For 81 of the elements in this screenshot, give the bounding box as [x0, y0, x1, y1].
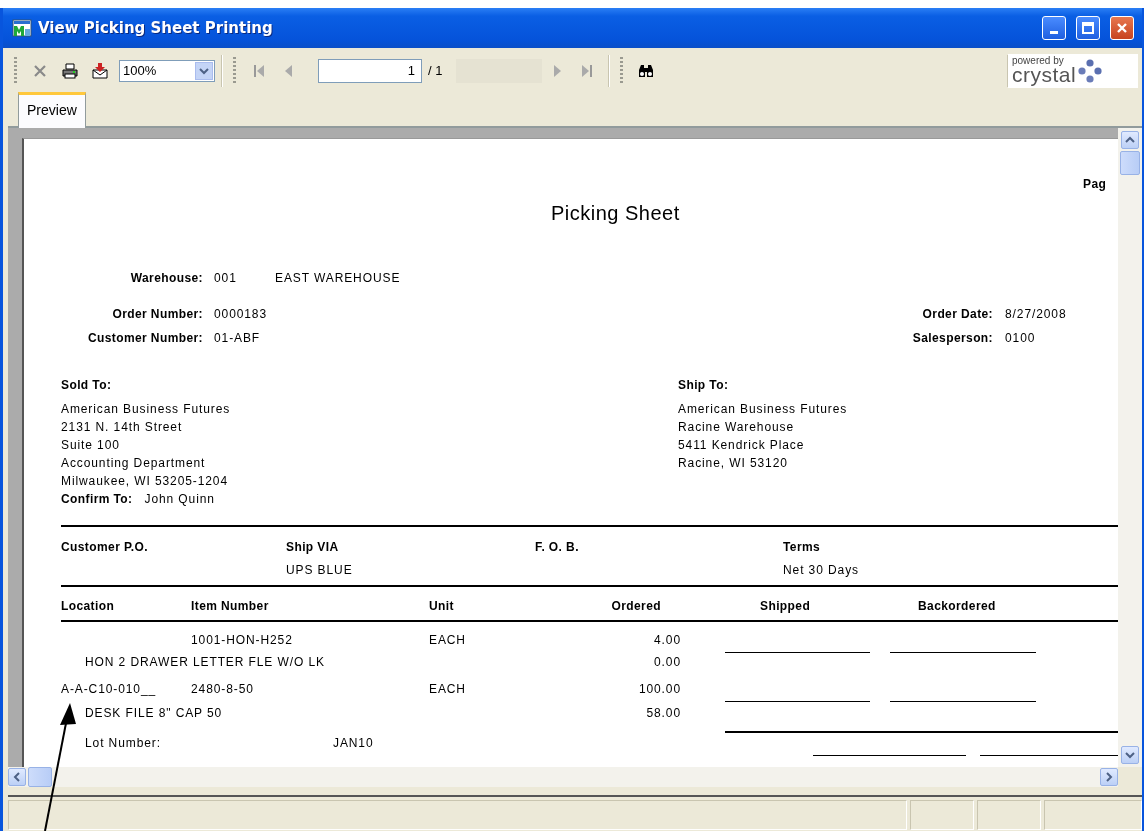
unit-cell-text: EACH [429, 681, 467, 698]
scroll-up-icon [1125, 135, 1135, 145]
preview-tab[interactable]: Preview [18, 92, 86, 128]
address-line: 2131 N. 14th Street [61, 419, 183, 436]
page-label: Pag [1083, 176, 1107, 193]
field-value: 01-ABF [214, 330, 262, 347]
close-button[interactable] [1110, 16, 1134, 40]
field-label: Salesperson: [911, 330, 993, 347]
maximize-button[interactable] [1076, 16, 1100, 40]
column-label: Ship VIA [286, 539, 340, 556]
report-title: Picking Sheet [551, 201, 680, 225]
field-value: EAST WAREHOUSE [275, 270, 401, 287]
address-line: Milwaukee, WI 53205-1204 [61, 473, 228, 490]
column-header: Backordered [918, 598, 996, 615]
column-header: Location [61, 598, 116, 615]
quantity-cell-text: 4.00 [653, 632, 681, 649]
column-header: Shipped [760, 598, 812, 615]
field-label: Lot Number: [85, 735, 162, 752]
zoom-combobox[interactable]: 100% [119, 59, 215, 82]
page-number-field[interactable]: 1 [318, 58, 422, 83]
minimize-icon [1050, 30, 1058, 34]
dots-icon [1078, 58, 1103, 83]
item-number-cell-text: 1001-HON-H252 [191, 632, 294, 649]
field-label: Warehouse: [129, 270, 203, 287]
chevron-down-icon [199, 66, 209, 75]
status-panel [977, 800, 1042, 830]
quantity-cell-text: 0.00 [653, 654, 681, 671]
field-value: 8/27/2008 [1005, 306, 1067, 323]
close-icon [1115, 21, 1129, 35]
page-total: / 1 [427, 63, 444, 78]
scroll-up-button[interactable] [1121, 131, 1139, 149]
field-value: 001 [214, 270, 238, 287]
column-label: Terms [783, 539, 822, 556]
column-header: Ordered [610, 598, 661, 615]
section-label: Sold To: [61, 377, 112, 394]
address-line: Accounting Department [61, 455, 206, 472]
location-cell-text: A-A-C10-010__ [61, 681, 158, 698]
export-icon [91, 61, 109, 80]
address-line: Racine, WI 53120 [678, 455, 788, 472]
item-number-cell-text: 2480-8-50 [191, 681, 255, 698]
address-line: 5411 Kendrick Place [678, 437, 805, 454]
unit-cell-text: EACH [429, 632, 467, 649]
minimize-button[interactable] [1042, 16, 1066, 40]
scrollbar-thumb[interactable] [28, 767, 52, 787]
print-icon [61, 61, 79, 80]
description-cell-text: DESK FILE 8" CAP 50 [85, 705, 224, 722]
description-cell-text: HON 2 DRAWER LETTER FLE W/O LK [85, 654, 326, 671]
field-value: UPS BLUE [286, 562, 354, 579]
column-label: Customer P.O. [61, 539, 149, 556]
field-value: 0000183 [214, 306, 269, 323]
scroll-left-icon [12, 772, 22, 782]
section-label: Ship To: [678, 377, 729, 394]
field-value: John Quinn [144, 491, 215, 508]
address-line: Racine Warehouse [678, 419, 794, 436]
scroll-left-button[interactable] [8, 768, 26, 786]
quantity-cell-text: 100.00 [637, 681, 681, 698]
dropdown-button[interactable] [195, 61, 213, 80]
quantity-cell-text: 58.00 [645, 705, 681, 722]
field-label: Customer Number: [86, 330, 203, 347]
logo-tagline: powered by [1012, 56, 1065, 66]
scroll-down-icon [1125, 750, 1135, 760]
column-header: Item Number [191, 598, 270, 615]
field-value: 0100 [1005, 330, 1036, 347]
app-icon [12, 18, 32, 38]
scrollbar-thumb[interactable] [1120, 151, 1140, 175]
column-label: F. O. B. [535, 539, 580, 556]
field-label: Confirm To: [61, 491, 133, 508]
field-value: JAN10 [333, 735, 375, 752]
field-label: Order Number: [111, 306, 203, 323]
field-label: Order Date: [921, 306, 993, 323]
column-header: Unit [429, 598, 455, 615]
scroll-right-button[interactable] [1100, 768, 1118, 786]
address-line: Suite 100 [61, 437, 120, 454]
maximize-icon [1081, 21, 1095, 35]
address-line: American Business Futures [61, 401, 231, 418]
address-line: American Business Futures [678, 401, 848, 418]
window-title: View Picking Sheet Printing [38, 19, 274, 37]
scroll-right-icon [1104, 772, 1114, 782]
field-value: Net 30 Days [783, 562, 860, 579]
scroll-down-button[interactable] [1121, 746, 1139, 764]
status-panel [910, 800, 975, 830]
